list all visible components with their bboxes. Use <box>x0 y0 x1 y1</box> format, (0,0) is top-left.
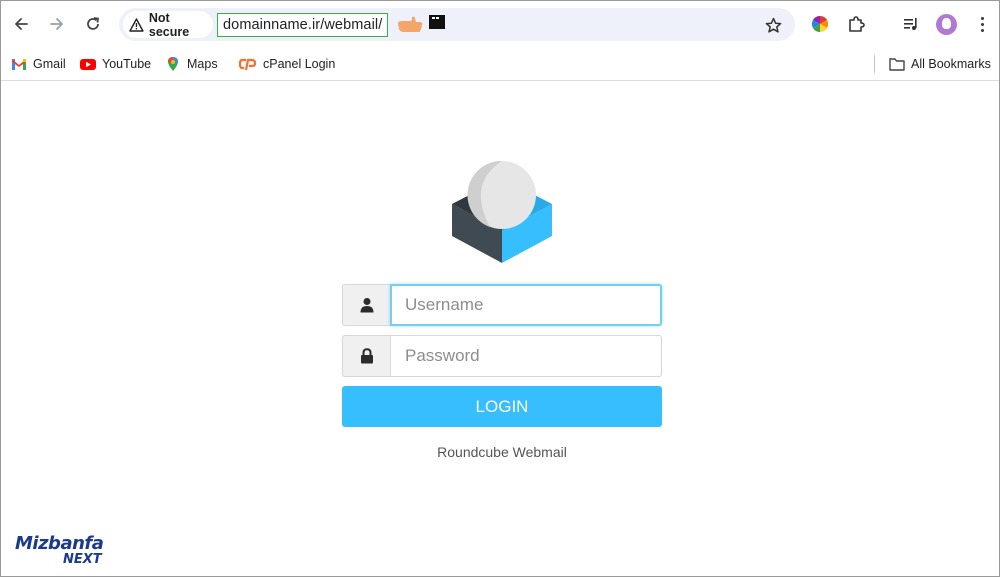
arrow-right-icon <box>50 18 63 30</box>
url-text[interactable]: domainname.ir/webmail/ <box>217 13 389 37</box>
bookmark-star-button[interactable] <box>761 13 785 37</box>
terminal-icon <box>429 15 445 29</box>
profile-avatar[interactable] <box>936 14 957 35</box>
bookmarks-bar: Gmail YouTube Maps cPanel Login All Book… <box>1 47 999 81</box>
bookmark-youtube[interactable]: YouTube <box>80 54 151 74</box>
bookmark-maps[interactable]: Maps <box>165 54 218 74</box>
menu-dot <box>981 23 984 26</box>
gmail-icon <box>12 59 26 70</box>
forward-button[interactable] <box>45 12 69 36</box>
youtube-icon <box>80 59 96 70</box>
login-button[interactable]: LOGIN <box>342 386 662 427</box>
back-button[interactable] <box>9 12 33 36</box>
maps-icon <box>168 57 178 71</box>
watermark-brand: Mizbanfa <box>15 533 104 554</box>
watermark-tagline: NEXT <box>63 552 102 567</box>
product-name: Roundcube Webmail <box>437 444 567 460</box>
bookmark-gmail[interactable]: Gmail <box>11 54 66 74</box>
address-bar[interactable]: Not secure domainname.ir/webmail/ <box>119 8 795 41</box>
site-info-chip[interactable]: Not secure <box>123 10 213 39</box>
menu-dot <box>981 29 984 32</box>
username-input[interactable] <box>390 284 662 326</box>
all-bookmarks-label: All Bookmarks <box>911 57 991 71</box>
all-bookmarks-button[interactable]: All Bookmarks <box>889 54 991 74</box>
bookmarks-divider <box>874 55 875 73</box>
media-control-button[interactable] <box>899 12 923 36</box>
bookmark-label: Maps <box>187 57 218 71</box>
url-value: domainname.ir/webmail/ <box>223 17 383 33</box>
security-label: Not secure <box>148 10 190 39</box>
username-addon <box>342 284 390 326</box>
pointing-hand-icon <box>398 16 423 32</box>
password-addon <box>342 335 390 377</box>
mizbanfa-watermark-logo: Mizbanfa NEXT <box>15 533 115 569</box>
password-field-group <box>342 335 662 377</box>
arrow-left-icon <box>15 18 28 30</box>
lock-icon <box>360 348 373 364</box>
warning-triangle-icon <box>129 17 144 32</box>
extensions-button[interactable] <box>844 12 868 36</box>
cpanel-icon <box>239 58 257 71</box>
user-icon <box>360 298 373 313</box>
folder-icon <box>889 58 905 71</box>
bookmark-label: Gmail <box>33 57 66 71</box>
roundcube-logo <box>452 160 552 263</box>
puzzle-icon <box>849 16 865 32</box>
star-icon <box>765 17 781 33</box>
reload-icon <box>87 17 99 30</box>
bookmark-label: cPanel Login <box>263 57 336 71</box>
menu-dot <box>981 17 984 20</box>
username-field-group <box>342 284 662 326</box>
browser-toolbar: Not secure domainname.ir/webmail/ <box>1 1 999 47</box>
playlist-icon <box>904 18 917 30</box>
color-extension-button[interactable] <box>808 12 832 36</box>
browser-menu-button[interactable] <box>973 14 991 34</box>
color-wheel-icon <box>811 15 829 33</box>
bookmark-cpanel[interactable]: cPanel Login <box>239 54 335 74</box>
password-input[interactable] <box>390 335 662 377</box>
reload-button[interactable] <box>81 12 105 36</box>
bookmark-label: YouTube <box>102 57 152 71</box>
